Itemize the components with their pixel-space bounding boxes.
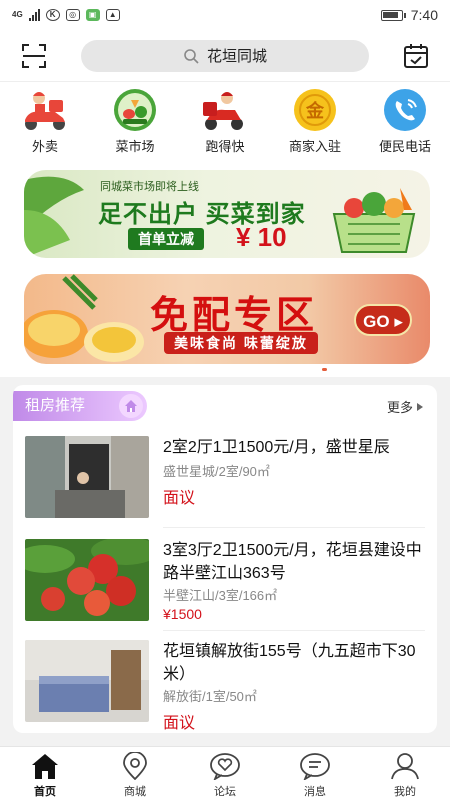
rental-section-title: 租房推荐: [25, 397, 86, 414]
rental-section-tag: 租房推荐: [13, 391, 147, 421]
listing-title: 3室3厅2卫1500元/月，花垣县建设中路半壁江山363号: [163, 542, 422, 582]
qq-icon: ◎: [65, 9, 80, 21]
wechat-icon: ▣: [85, 9, 100, 21]
listing-item[interactable]: 2室2厅1卫1500元/月，盛世星辰 盛世星城/2室/90㎡ 面议: [25, 436, 425, 536]
listing-item[interactable]: 花垣镇解放街155号（九五超市下30米） 解放街/1室/50㎡ 面议: [25, 640, 425, 733]
top-header: 花垣同城: [0, 30, 450, 82]
carousel-indicator: [322, 368, 327, 371]
tab-home[interactable]: 首页: [9, 747, 81, 800]
listing-photo: [25, 640, 149, 722]
calendar-button[interactable]: [400, 40, 432, 72]
divider: [163, 527, 425, 528]
rental-card: 租房推荐 更多 2室2厅1卫1500元/月，盛世星辰 盛世星城/2室/90㎡ 面…: [13, 385, 437, 733]
banner1-tag: 首单立减: [128, 228, 204, 250]
location-pin-icon: [119, 751, 151, 781]
listing-price: 面议: [163, 715, 196, 732]
more-link[interactable]: 更多: [387, 397, 423, 416]
category-label: 菜市场: [115, 139, 155, 154]
home-icon: [29, 751, 61, 781]
listing-title: 花垣镇解放街155号（九五超市下30米）: [163, 643, 416, 683]
tab-label: 首页: [34, 786, 56, 798]
tab-messages[interactable]: 消息: [279, 747, 351, 800]
bottom-tab-bar: 首页 商城 论坛 消息 我的: [0, 746, 450, 800]
category-merchant[interactable]: 金 商家入驻: [275, 88, 355, 155]
calendar-check-icon: [404, 43, 428, 68]
k-app-icon: K: [45, 9, 60, 21]
food-dishes-icon: [24, 274, 144, 362]
listing-price: ¥1500: [163, 606, 202, 622]
message-icon: [299, 751, 331, 781]
tab-label: 我的: [394, 786, 416, 798]
market-banner[interactable]: 同城菜市场即将上线 足不出户 买菜到家 首单立减 ¥ 10: [24, 170, 430, 258]
tab-mall[interactable]: 商城: [99, 747, 171, 800]
go-button[interactable]: GO ▸: [354, 304, 412, 336]
person-icon: [389, 751, 421, 781]
listing-price: 面议: [163, 490, 196, 507]
tab-label: 消息: [304, 786, 326, 798]
tab-forum[interactable]: 论坛: [189, 747, 261, 800]
battery-icon: [380, 9, 406, 21]
rental-header: 租房推荐 更多: [13, 391, 437, 423]
category-label: 外卖: [31, 139, 58, 154]
category-errand[interactable]: 跑得快: [185, 88, 265, 155]
free-delivery-banner[interactable]: 免配专区 美味食尚 味蕾绽放 GO ▸: [24, 274, 430, 364]
listing-meta: 盛世星城/2室/90㎡: [163, 464, 270, 479]
category-market[interactable]: 菜市场: [95, 88, 175, 155]
listing-photo: [25, 436, 149, 518]
leaf-icon: [24, 176, 84, 258]
phone-icon: [378, 88, 432, 132]
category-row: 外卖 菜市场 跑得快 金 商家入驻 便民电话: [0, 82, 450, 162]
status-left: 4G K ◎ ▣ ▲: [12, 9, 120, 21]
gold-coin-icon: 金: [288, 88, 342, 132]
status-right: 7:40: [380, 7, 438, 23]
banner1-small-text: 同城菜市场即将上线: [100, 181, 199, 193]
search-icon: [184, 48, 199, 64]
listing-photo: [25, 539, 149, 621]
errand-runner-icon: [198, 88, 252, 132]
scan-button[interactable]: [18, 40, 50, 72]
search-text: 花垣同城: [206, 48, 267, 65]
listing-title: 2室2厅1卫1500元/月，盛世星辰: [163, 439, 390, 456]
banner2-headline: 免配专区: [150, 292, 319, 337]
vegetable-market-icon: [108, 88, 162, 132]
divider: [163, 630, 425, 631]
listing-info: 3室3厅2卫1500元/月，花垣县建设中路半壁江山363号 半壁江山/3室/16…: [163, 539, 425, 622]
banner1-price: ¥ 10: [236, 222, 287, 252]
scan-icon: [22, 43, 46, 68]
status-bar: 4G K ◎ ▣ ▲ 7:40: [0, 0, 450, 30]
category-phone[interactable]: 便民电话: [365, 88, 445, 155]
listing-item[interactable]: 3室3厅2卫1500元/月，花垣县建设中路半壁江山363号 半壁江山/3室/16…: [25, 539, 425, 639]
listing-info: 2室2厅1卫1500元/月，盛世星辰 盛世星城/2室/90㎡ 面议: [163, 436, 425, 508]
more-label: 更多: [386, 400, 413, 415]
vegetable-basket-icon: [332, 188, 416, 253]
category-takeout[interactable]: 外卖: [5, 88, 85, 155]
tab-profile[interactable]: 我的: [369, 747, 441, 800]
category-label: 商家入驻: [288, 139, 341, 154]
search-input[interactable]: 花垣同城: [81, 39, 369, 72]
listing-meta: 半壁江山/3室/166㎡: [163, 588, 278, 603]
banner2-subline: 美味食尚 味蕾绽放: [164, 332, 318, 354]
house-icon: [119, 394, 143, 418]
svg-text:金: 金: [305, 100, 325, 122]
heart-chat-icon: [209, 751, 241, 781]
listing-meta: 解放街/1室/50㎡: [163, 689, 257, 704]
network-label: 4G: [12, 10, 23, 19]
gallery-icon: ▲: [105, 9, 120, 21]
signal-icon: [28, 9, 40, 21]
tab-label: 论坛: [214, 786, 236, 798]
listing-info: 花垣镇解放街155号（九五超市下30米） 解放街/1室/50㎡ 面议: [163, 640, 425, 733]
banner-area: 同城菜市场即将上线 足不出户 买菜到家 首单立减 ¥ 10 免配专区 美味食尚 …: [0, 162, 450, 377]
go-label: GO: [363, 312, 390, 331]
clock: 7:40: [410, 7, 438, 23]
tab-label: 商城: [124, 786, 146, 798]
category-label: 跑得快: [205, 139, 245, 154]
arrow-right-icon: [417, 402, 423, 411]
category-label: 便民电话: [378, 139, 431, 154]
delivery-rider-icon: [18, 88, 72, 132]
